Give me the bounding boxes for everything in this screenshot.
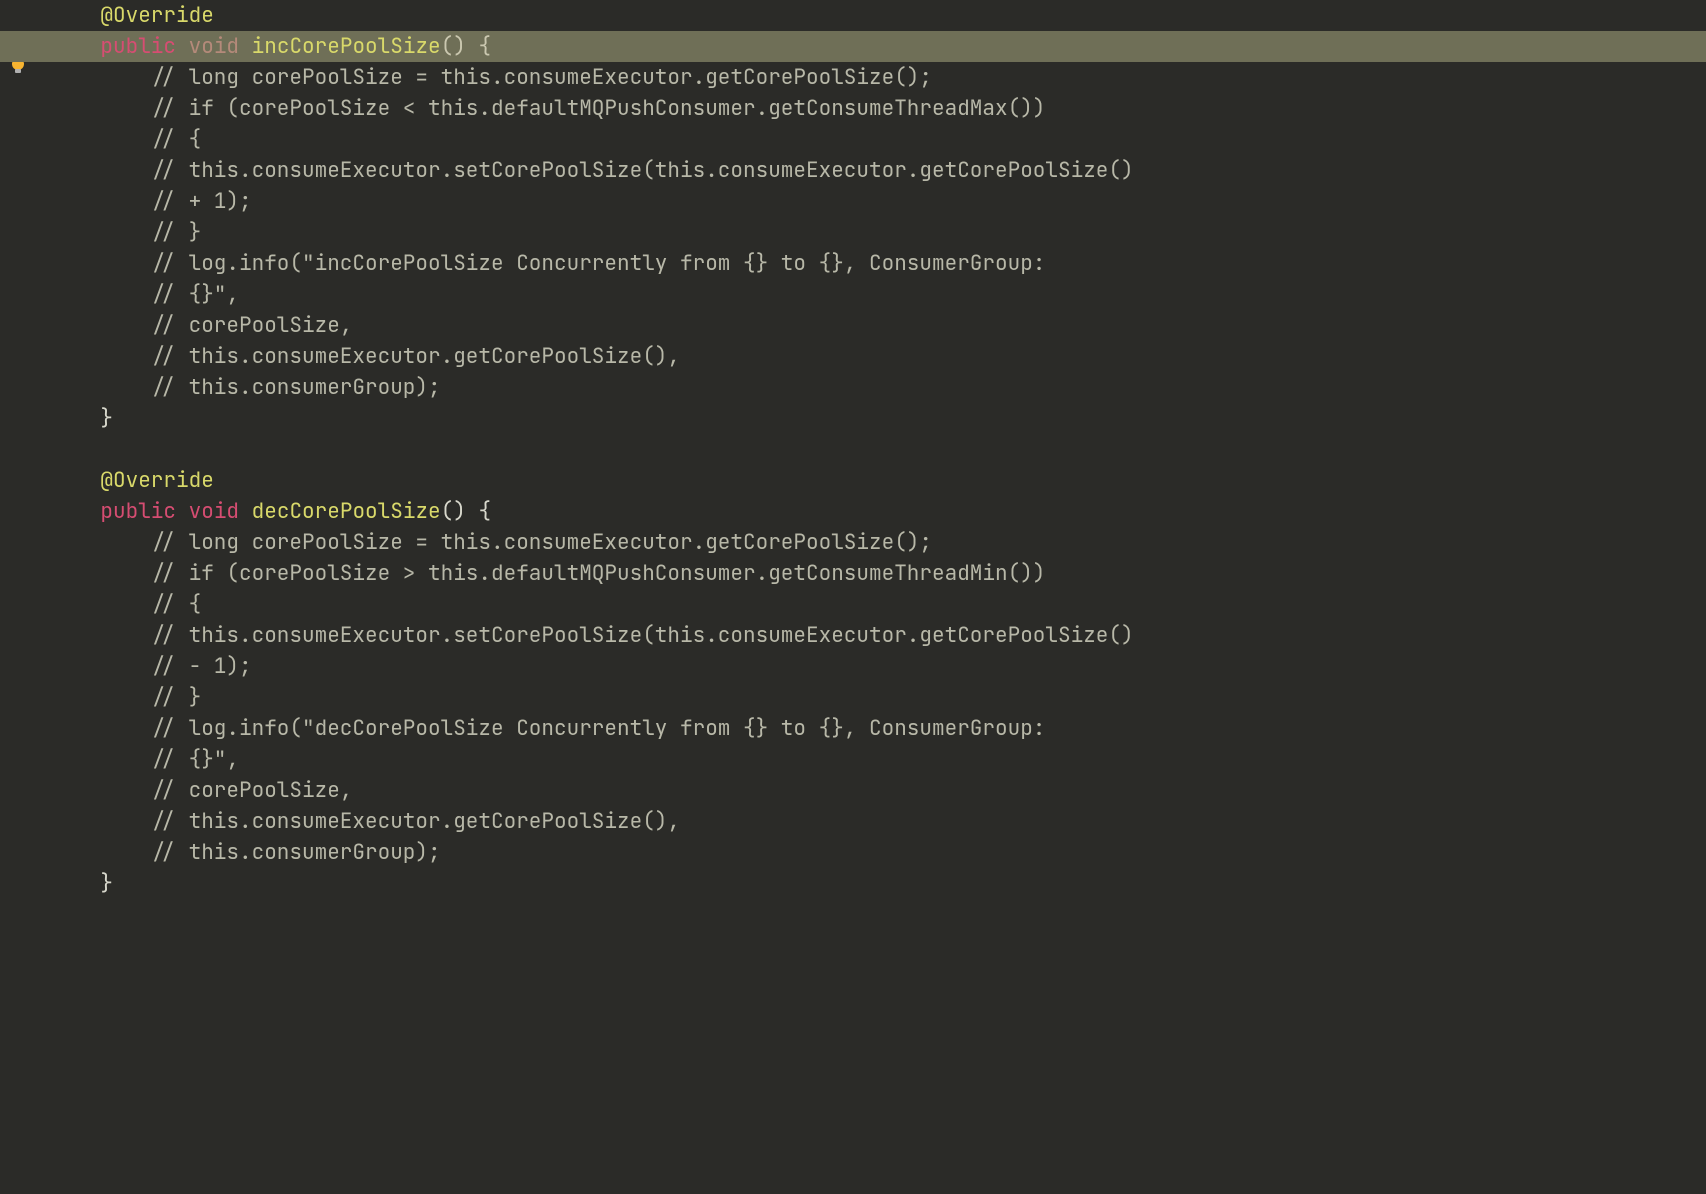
comment: // this.consumeExecutor.setCorePoolSize(… xyxy=(151,622,1134,649)
comment: // { xyxy=(151,591,201,618)
indent xyxy=(50,529,151,556)
comment: // } xyxy=(151,684,201,711)
code-line[interactable]: // { xyxy=(0,589,1706,620)
indent xyxy=(50,219,151,246)
keyword-public: public xyxy=(100,498,176,525)
code-line[interactable]: // } xyxy=(0,682,1706,713)
indent xyxy=(50,467,100,494)
indent xyxy=(50,405,100,432)
comment: // if (corePoolSize > this.defaultMQPush… xyxy=(151,560,1046,587)
indent xyxy=(50,715,151,742)
comment: // corePoolSize, xyxy=(151,312,353,339)
method-name: incCorePoolSize xyxy=(252,33,441,60)
indent xyxy=(50,591,151,618)
code-line[interactable]: // this.consumeExecutor.getCorePoolSize(… xyxy=(0,806,1706,837)
code-line[interactable]: // this.consumerGroup); xyxy=(0,837,1706,868)
indent xyxy=(50,281,151,308)
annotation-override: @Override xyxy=(100,467,213,494)
indent xyxy=(50,33,100,60)
code-line[interactable]: // if (corePoolSize < this.defaultMQPush… xyxy=(0,93,1706,124)
indent xyxy=(50,126,151,153)
comment: // this.consumeExecutor.getCorePoolSize(… xyxy=(151,808,680,835)
comment: // this.consumeExecutor.getCorePoolSize(… xyxy=(151,343,680,370)
code-line-highlighted[interactable]: public void incCorePoolSize() { xyxy=(0,31,1706,62)
indent xyxy=(50,312,151,339)
indent xyxy=(50,498,100,525)
annotation-override: @Override xyxy=(100,2,213,29)
brace-close: } xyxy=(100,870,113,897)
code-line[interactable]: } xyxy=(0,868,1706,899)
code-line[interactable]: // log.info("incCorePoolSize Concurrentl… xyxy=(0,248,1706,279)
code-editor[interactable]: @Override public void incCorePoolSize() … xyxy=(0,0,1706,1194)
comment: // long corePoolSize = this.consumeExecu… xyxy=(151,64,932,91)
comment: // if (corePoolSize < this.defaultMQPush… xyxy=(151,95,1046,122)
comment: // this.consumeExecutor.setCorePoolSize(… xyxy=(151,157,1134,184)
code-line[interactable]: // long corePoolSize = this.consumeExecu… xyxy=(0,62,1706,93)
code-line[interactable]: // this.consumeExecutor.setCorePoolSize(… xyxy=(0,155,1706,186)
indent xyxy=(50,2,100,29)
indent xyxy=(50,250,151,277)
code-line[interactable]: // + 1); xyxy=(0,186,1706,217)
code-line-blank[interactable] xyxy=(0,434,1706,465)
code-line[interactable]: // if (corePoolSize > this.defaultMQPush… xyxy=(0,558,1706,589)
code-line[interactable]: // { xyxy=(0,124,1706,155)
keyword-public: public xyxy=(100,33,176,60)
comment: // log.info("decCorePoolSize Concurrentl… xyxy=(151,715,1046,742)
code-line[interactable]: // corePoolSize, xyxy=(0,775,1706,806)
indent xyxy=(50,684,151,711)
indent xyxy=(50,188,151,215)
code-line[interactable]: public void decCorePoolSize() { xyxy=(0,496,1706,527)
indent xyxy=(50,746,151,773)
code-line[interactable]: // log.info("decCorePoolSize Concurrentl… xyxy=(0,713,1706,744)
code-line[interactable]: // this.consumeExecutor.getCorePoolSize(… xyxy=(0,341,1706,372)
indent xyxy=(50,157,151,184)
code-line[interactable]: // } xyxy=(0,217,1706,248)
brace-close: } xyxy=(100,405,113,432)
comment: // log.info("incCorePoolSize Concurrentl… xyxy=(151,250,1046,277)
code-line[interactable]: @Override xyxy=(0,0,1706,31)
code-line[interactable]: // {}", xyxy=(0,744,1706,775)
code-lines[interactable]: @Override public void incCorePoolSize() … xyxy=(0,0,1706,899)
indent xyxy=(50,95,151,122)
comment: // { xyxy=(151,126,201,153)
indent xyxy=(50,653,151,680)
code-line[interactable]: // {}", xyxy=(0,279,1706,310)
comment: // long corePoolSize = this.consumeExecu… xyxy=(151,529,932,556)
punct: () { xyxy=(441,498,491,525)
code-line[interactable]: // this.consumeExecutor.setCorePoolSize(… xyxy=(0,620,1706,651)
indent xyxy=(50,839,151,866)
comment: // - 1); xyxy=(151,653,252,680)
indent xyxy=(50,870,100,897)
comment: // {}", xyxy=(151,746,239,773)
code-line[interactable]: // corePoolSize, xyxy=(0,310,1706,341)
code-line[interactable]: // - 1); xyxy=(0,651,1706,682)
comment: // corePoolSize, xyxy=(151,777,353,804)
comment: // + 1); xyxy=(151,188,252,215)
code-line[interactable]: // this.consumerGroup); xyxy=(0,372,1706,403)
indent xyxy=(50,777,151,804)
comment: // } xyxy=(151,219,201,246)
indent xyxy=(50,560,151,587)
keyword-void: void xyxy=(189,33,239,60)
comment: // this.consumerGroup); xyxy=(151,374,441,401)
code-line[interactable]: // long corePoolSize = this.consumeExecu… xyxy=(0,527,1706,558)
keyword-void: void xyxy=(189,498,239,525)
indent xyxy=(50,374,151,401)
indent xyxy=(50,343,151,370)
punct: () { xyxy=(441,33,491,60)
code-line[interactable]: @Override xyxy=(0,465,1706,496)
method-name: decCorePoolSize xyxy=(252,498,441,525)
indent xyxy=(50,622,151,649)
comment: // {}", xyxy=(151,281,239,308)
comment: // this.consumerGroup); xyxy=(151,839,441,866)
code-line[interactable]: } xyxy=(0,403,1706,434)
indent xyxy=(50,808,151,835)
indent xyxy=(50,64,151,91)
